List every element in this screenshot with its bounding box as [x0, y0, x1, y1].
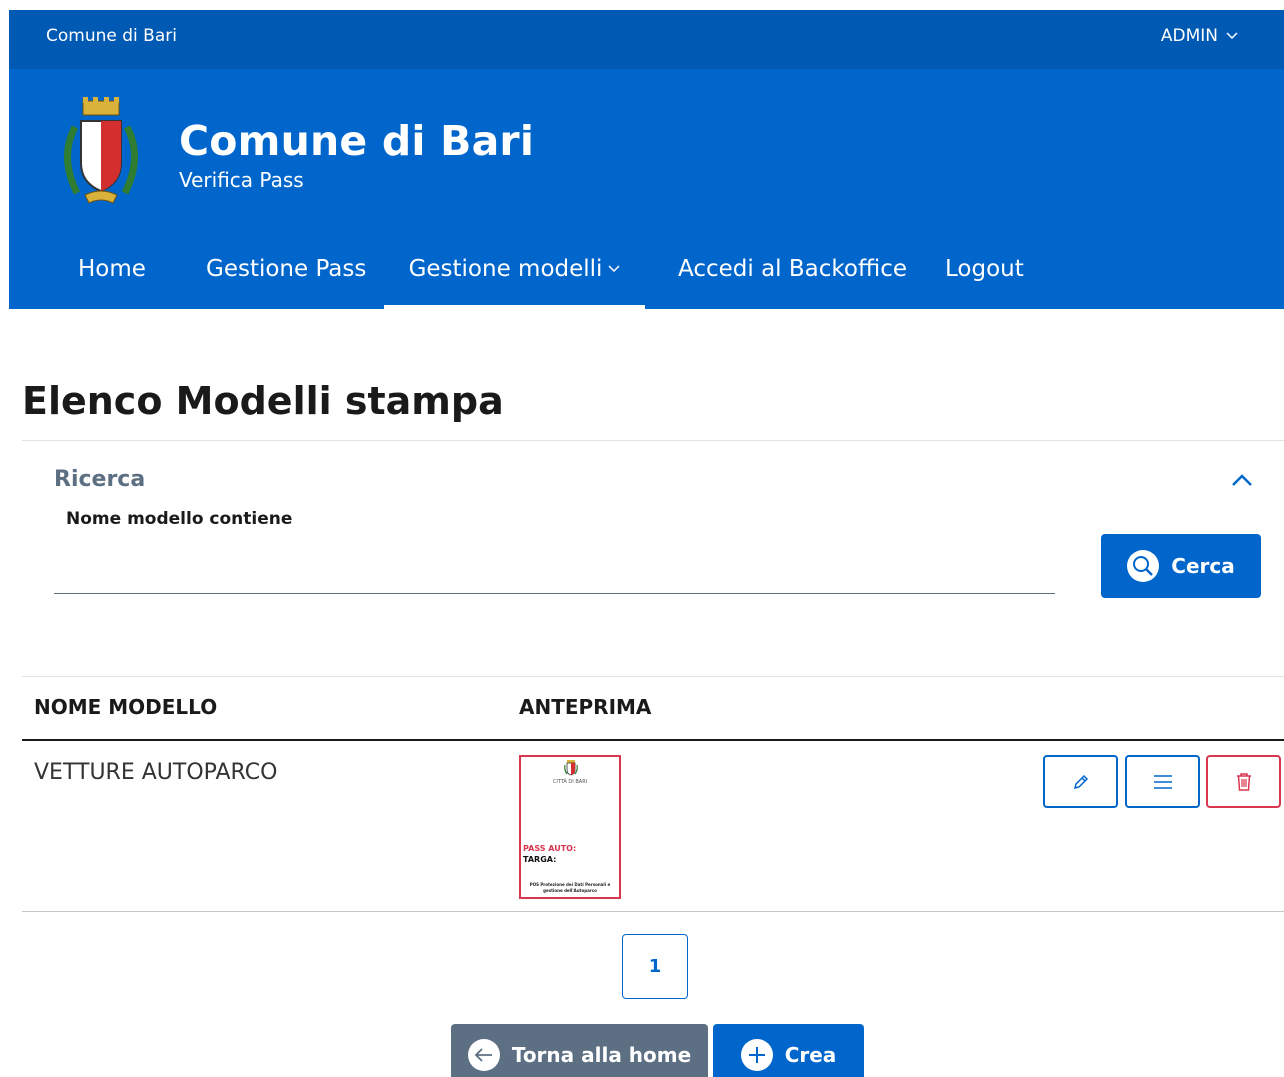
- trash-icon: [1236, 772, 1251, 791]
- nav-home-label: Home: [78, 256, 146, 282]
- nav-gestione-modelli[interactable]: Gestione modelli: [384, 229, 645, 309]
- column-header-anteprima: ANTEPRIMA: [519, 695, 652, 719]
- pencil-icon: [1073, 774, 1088, 789]
- arrow-left-icon: [467, 1039, 500, 1071]
- collapse-search-button[interactable]: [1228, 468, 1256, 492]
- plus-icon: [740, 1039, 773, 1071]
- model-name-cell: VETTURE AUTOPARCO: [34, 760, 278, 785]
- city-crest-logo: [564, 760, 578, 776]
- preview-footer-text: POS Protezione dei Dati Personali e gest…: [529, 882, 611, 893]
- nav-logout-label: Logout: [945, 256, 1024, 282]
- site-subtitle: Verifica Pass: [179, 168, 304, 192]
- nav-backoffice[interactable]: Accedi al Backoffice: [678, 229, 907, 309]
- details-button[interactable]: [1125, 755, 1200, 808]
- preview-targa-text: TARGA:: [523, 855, 557, 864]
- preview-pass-text: PASS AUTO:: [523, 844, 577, 853]
- nav-gestione-pass[interactable]: Gestione Pass: [206, 229, 366, 309]
- site-title[interactable]: Comune di Bari: [179, 117, 534, 165]
- back-home-label: Torna alla home: [511, 1043, 692, 1067]
- create-button[interactable]: Crea: [713, 1024, 864, 1077]
- model-name-input[interactable]: [54, 544, 1055, 594]
- nav-home[interactable]: Home: [78, 229, 146, 309]
- divider: [22, 440, 1284, 441]
- nav-gestione-pass-label: Gestione Pass: [206, 256, 367, 282]
- search-panel-title[interactable]: Ricerca: [54, 467, 145, 492]
- user-label: ADMIN: [1160, 26, 1218, 46]
- main-nav: Home Gestione Pass Gestione modelli Acce…: [9, 229, 1284, 309]
- center-header: Comune di Bari Verifica Pass: [9, 69, 1284, 229]
- edit-button[interactable]: [1043, 755, 1118, 808]
- org-name[interactable]: Comune di Bari: [46, 26, 177, 46]
- search-button[interactable]: Cerca: [1101, 534, 1261, 598]
- nav-logout[interactable]: Logout: [945, 229, 1024, 309]
- pagination-page-1[interactable]: 1: [622, 934, 688, 999]
- create-label: Crea: [784, 1043, 837, 1067]
- list-icon: [1153, 774, 1172, 789]
- template-preview-thumbnail[interactable]: CITTÀ DI BARI PASS AUTO: TARGA: POS Prot…: [519, 755, 621, 899]
- divider: [22, 676, 1284, 677]
- nav-gestione-modelli-label: Gestione modelli: [408, 256, 603, 282]
- page-title: Elenco Modelli stampa: [22, 379, 504, 423]
- nav-backoffice-label: Accedi al Backoffice: [678, 256, 907, 282]
- search-icon: [1127, 550, 1160, 582]
- city-crest-logo[interactable]: [53, 97, 149, 209]
- chevron-down-icon: [608, 265, 620, 273]
- preview-city-text: CITTÀ DI BARI: [552, 779, 588, 785]
- back-home-button[interactable]: Torna alla home: [451, 1024, 708, 1077]
- divider: [22, 911, 1284, 912]
- chevron-up-icon: [1232, 474, 1252, 486]
- delete-button[interactable]: [1206, 755, 1281, 808]
- chevron-down-icon: [1226, 32, 1238, 40]
- table-header-divider: [22, 739, 1284, 741]
- slim-header: Comune di Bari ADMIN: [9, 10, 1284, 69]
- model-name-label: Nome modello contiene: [66, 509, 293, 529]
- user-menu[interactable]: ADMIN: [1161, 26, 1238, 46]
- search-button-label: Cerca: [1171, 554, 1235, 578]
- column-header-nome-modello: NOME MODELLO: [34, 695, 218, 719]
